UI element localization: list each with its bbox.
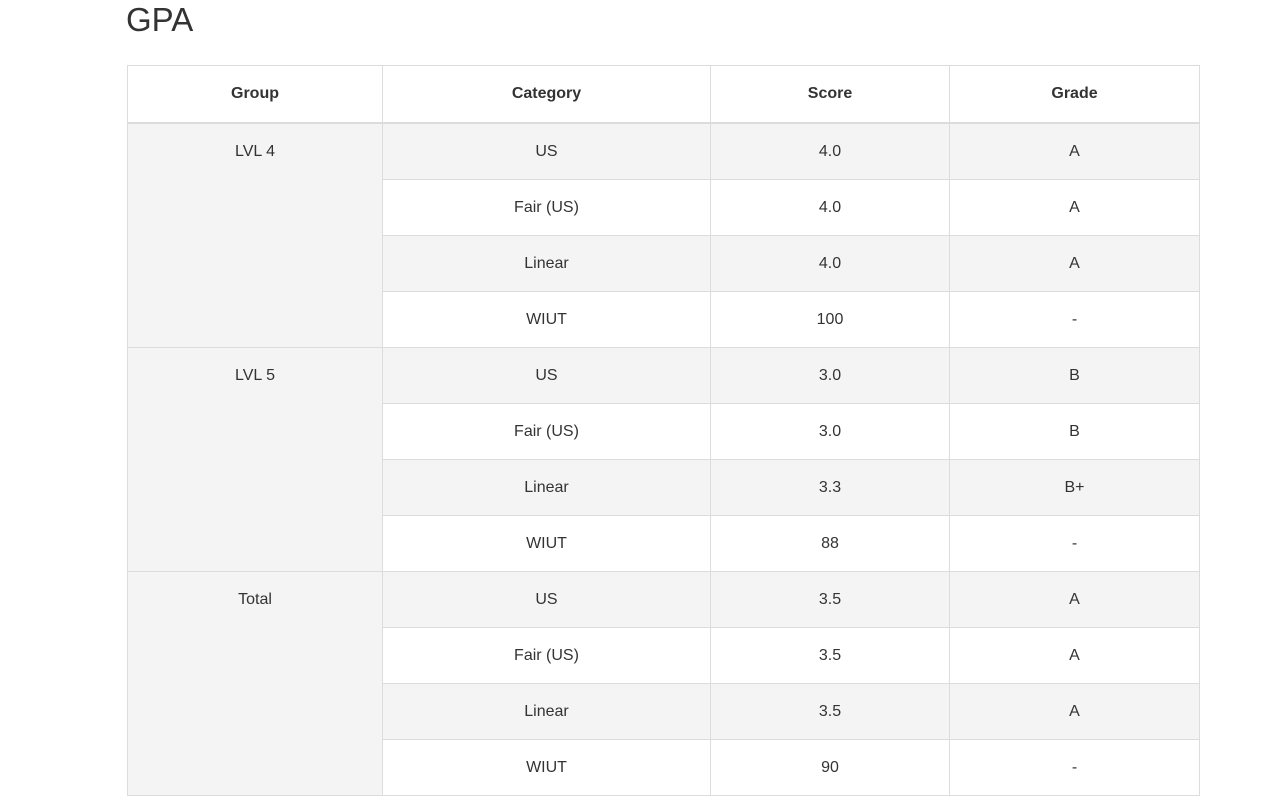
column-header-score[interactable]: Score [710,65,950,124]
grade-cell: A [949,683,1200,740]
grade-cell: B [949,347,1200,404]
table-row: Total US 3.5 A [127,571,1200,796]
column-header-category[interactable]: Category [382,65,711,124]
table-body: LVL 4 US 4.0 A Fair (US) 4.0 A Linear 4.… [127,122,1200,796]
category-cell: WIUT [382,739,711,796]
group-cell: Total [127,571,383,796]
grade-cell: A [949,627,1200,684]
category-cell: Linear [382,683,711,740]
category-cell: Linear [382,235,711,292]
gpa-table: Group Category Score Grade LVL 4 US 4.0 … [127,65,1200,796]
grade-cell: A [949,122,1200,180]
category-cell: Fair (US) [382,179,711,236]
page-title: GPA [126,1,194,38]
table-header: Group Category Score Grade [127,65,1200,124]
category-cell: US [382,571,711,628]
category-cell: US [382,347,711,404]
table-row: LVL 4 US 4.0 A [127,122,1200,348]
grade-cell: B [949,403,1200,460]
score-cell: 4.0 [710,122,950,180]
score-cell: 3.5 [710,571,950,628]
column-header-grade[interactable]: Grade [949,65,1200,124]
score-cell: 3.3 [710,459,950,516]
grade-cell: A [949,235,1200,292]
score-cell: 90 [710,739,950,796]
category-cell: US [382,122,711,180]
grade-cell: - [949,515,1200,572]
group-cell: LVL 4 [127,122,383,348]
score-cell: 4.0 [710,235,950,292]
score-cell: 3.0 [710,403,950,460]
grade-cell: - [949,739,1200,796]
category-cell: Linear [382,459,711,516]
category-cell: WIUT [382,291,711,348]
category-cell: WIUT [382,515,711,572]
score-cell: 100 [710,291,950,348]
grade-cell: A [949,571,1200,628]
grade-cell: - [949,291,1200,348]
score-cell: 3.5 [710,627,950,684]
column-header-group[interactable]: Group [127,65,383,124]
score-cell: 4.0 [710,179,950,236]
category-cell: Fair (US) [382,403,711,460]
grade-cell: A [949,179,1200,236]
score-cell: 3.0 [710,347,950,404]
score-cell: 88 [710,515,950,572]
table-row: LVL 5 US 3.0 B [127,347,1200,572]
header-row: Group Category Score Grade [127,65,1200,124]
group-cell: LVL 5 [127,347,383,572]
grade-cell: B+ [949,459,1200,516]
score-cell: 3.5 [710,683,950,740]
category-cell: Fair (US) [382,627,711,684]
